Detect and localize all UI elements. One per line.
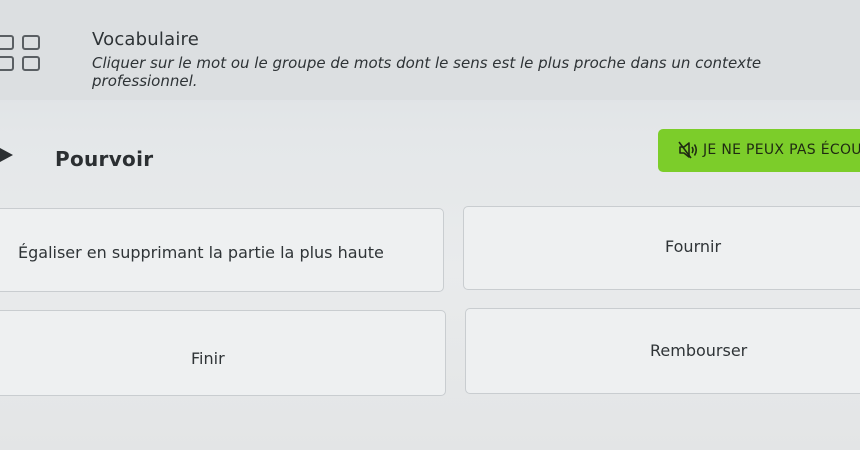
answer-option-1[interactable]: Égaliser en supprimant la partie la plus… xyxy=(0,208,444,292)
answer-label: Égaliser en supprimant la partie la plus… xyxy=(18,243,384,262)
grid-squares-icon xyxy=(0,35,48,77)
instruction-text: Cliquer sur le mot ou le groupe de mots … xyxy=(92,54,762,90)
play-triangle-icon[interactable] xyxy=(0,148,14,162)
section-title: Vocabulaire xyxy=(92,29,200,50)
answer-label: Fournir xyxy=(665,237,722,256)
answer-label: Rembourser xyxy=(650,341,748,360)
answer-option-2[interactable]: Fournir xyxy=(463,206,860,290)
answer-option-4[interactable]: Rembourser xyxy=(465,308,860,394)
cant-listen-label: JE NE PEUX PAS ÉCOUTER xyxy=(703,142,860,158)
question-word: Pourvoir xyxy=(55,147,154,171)
answer-label: Finir xyxy=(191,349,225,368)
answer-option-3[interactable]: Finir xyxy=(0,310,446,396)
speaker-muted-icon xyxy=(678,141,700,159)
cant-listen-button[interactable]: JE NE PEUX PAS ÉCOUTER xyxy=(658,129,860,172)
